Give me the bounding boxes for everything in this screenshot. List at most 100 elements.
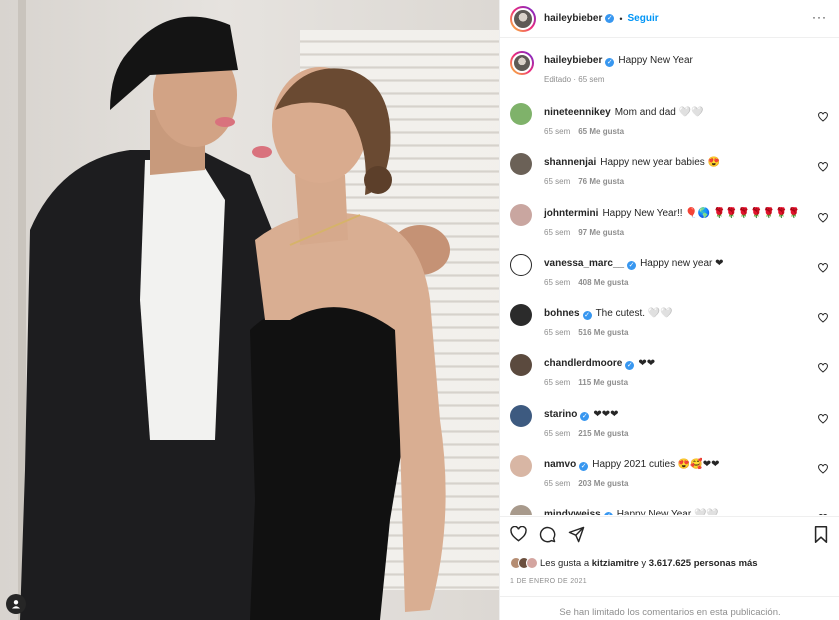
comment-age: 65 sem <box>544 479 571 489</box>
commenter-avatar[interactable] <box>510 153 532 176</box>
likes-count[interactable]: 3.617.625 personas más <box>649 558 758 569</box>
comment-username[interactable]: johntermini <box>544 208 598 219</box>
comment-meta: 65 sem 65 Me gusta <box>544 127 830 136</box>
follow-button[interactable]: Seguir <box>628 13 659 24</box>
likes-summary: Les gusta a kitziamitre y 3.617.625 pers… <box>510 557 830 569</box>
commenter-avatar[interactable] <box>510 203 532 226</box>
comment-text: ❤❤ <box>638 358 656 370</box>
caption-meta: Editado · 65 sem <box>544 75 605 84</box>
comment-row: shannenjai Happy new year babies 😍 65 sem 7… <box>510 151 830 201</box>
heart-icon[interactable] <box>818 212 828 223</box>
author-username[interactable]: haileybieber <box>544 13 602 24</box>
liker-avatars <box>510 557 538 569</box>
comments-list[interactable]: haileybieber ✓ Happy New Year Editado · 65… <box>500 39 839 515</box>
comment-age: 65 sem <box>544 127 571 136</box>
comment-row: mindyweiss✓Happy New Year 🤍🤍 <box>510 503 830 515</box>
comment-age: 65 sem <box>544 227 571 237</box>
comment-likes[interactable]: 65 Me gusta <box>578 127 624 136</box>
comment-row: vanessa_marc__ ✓ Happy new year ❤ 65 sem 408… <box>510 252 830 302</box>
comment-icon[interactable] <box>539 526 556 543</box>
heart-icon[interactable] <box>818 363 828 374</box>
comment-likes[interactable]: 97 Me gusta <box>578 228 624 237</box>
comment-row: chandlerdmoore ✓ ❤❤ 65 sem 115 Me gusta <box>510 352 830 402</box>
comment-username[interactable]: vanessa_marc__ <box>544 258 624 269</box>
comment-meta: 65 sem 115 Me gusta <box>544 378 830 387</box>
heart-icon[interactable] <box>818 313 828 323</box>
comment-meta: 65 sem 215 Me gusta <box>544 429 830 438</box>
heart-icon[interactable] <box>818 162 828 172</box>
comment-meta: 65 sem 408 Me gusta <box>544 278 830 287</box>
comment-text: Happy 2021 cuties 😍🥰❤❤ <box>592 459 720 471</box>
liker-username[interactable]: kitziamitre <box>592 558 639 569</box>
more-options-icon[interactable]: ··· <box>812 11 827 23</box>
comment-meta: 65 sem 97 Me gusta <box>544 228 830 237</box>
heart-icon[interactable] <box>818 112 828 122</box>
caption-avatar[interactable] <box>510 51 534 75</box>
commenter-avatar[interactable] <box>510 404 532 427</box>
commenter-avatar[interactable] <box>510 505 532 515</box>
comment-text: The cutest. 🤍🤍 <box>595 308 673 320</box>
comment-likes[interactable]: 115 Me gusta <box>578 378 628 387</box>
comment-username[interactable]: mindyweiss <box>544 509 601 515</box>
comment-text: ❤❤❤ <box>593 408 619 420</box>
comment-username[interactable]: shannenjai <box>544 157 596 168</box>
commenter-avatar[interactable] <box>510 253 532 276</box>
verified-badge-icon: ✓ <box>605 14 615 23</box>
commenter-avatar[interactable] <box>510 103 532 125</box>
bookmark-icon[interactable] <box>814 525 828 543</box>
heart-icon[interactable] <box>818 514 828 515</box>
commenter-avatar[interactable] <box>510 455 532 478</box>
verified-badge-icon: ✓ <box>582 311 592 321</box>
photo-illustration <box>20 16 450 620</box>
comment-age: 65 sem <box>544 378 571 388</box>
separator-dot: • <box>619 13 623 24</box>
comment-age: 65 sem <box>544 328 571 338</box>
comment-age: 65 sem <box>544 177 571 187</box>
author-avatar[interactable] <box>510 5 536 32</box>
likes-prefix: Les gusta a <box>540 557 590 569</box>
verified-badge-icon: ✓ <box>625 361 635 371</box>
verified-badge-icon: ✓ <box>627 260 637 270</box>
post-side-panel: haileybieber ✓ • Seguir ··· haileybieber… <box>499 0 839 620</box>
comment-likes[interactable]: 516 Me gusta <box>578 328 628 337</box>
comment-username[interactable]: chandlerdmoore <box>544 358 622 369</box>
comment-likes[interactable]: 408 Me gusta <box>578 278 628 287</box>
comment-text: Happy New Year!! 🎈🌎 🌹🌹🌹🌹🌹🌹🌹 <box>602 207 801 219</box>
verified-badge-icon: ✓ <box>580 411 590 421</box>
action-bar: Les gusta a kitziamitre y 3.617.625 pers… <box>500 516 839 620</box>
comment-likes[interactable]: 76 Me gusta <box>578 177 624 186</box>
comment-text: Happy New Year 🤍🤍 <box>616 509 719 515</box>
verified-badge-icon: ✓ <box>603 512 613 515</box>
comment-username[interactable]: nineteennikey <box>544 107 611 118</box>
share-icon[interactable] <box>568 526 585 543</box>
verified-badge-icon: ✓ <box>605 58 615 67</box>
comment-row: bohnes ✓ The cutest. 🤍🤍 65 sem 516 Me gusta <box>510 302 830 352</box>
heart-icon[interactable] <box>510 526 527 542</box>
comment-username[interactable]: bohnes <box>544 308 580 319</box>
comment-text: Happy new year ❤ <box>640 257 724 269</box>
likes-connector: y <box>641 557 647 569</box>
caption-username[interactable]: haileybieber <box>544 55 602 66</box>
caption: haileybieber ✓ Happy New Year Editado · 65… <box>510 39 830 101</box>
user-tag-icon[interactable] <box>6 594 26 614</box>
comment-meta: 65 sem 76 Me gusta <box>544 177 830 186</box>
comment-row: nineteennikey Mom and dad 🤍🤍 65 sem 65 Me g… <box>510 101 830 151</box>
heart-icon[interactable] <box>818 413 828 424</box>
heart-icon[interactable] <box>818 464 828 474</box>
comment-meta: 65 sem 516 Me gusta <box>544 328 830 337</box>
caption-text: Happy New Year <box>618 55 693 66</box>
comments-limited-notice: Se han limitado los comentarios en esta … <box>500 596 839 618</box>
comment-age: 65 sem <box>544 277 571 287</box>
comment-row: johntermini Happy New Year!! 🎈🌎 🌹🌹🌹🌹🌹🌹🌹 65… <box>510 202 830 252</box>
comment-row: namvo ✓ Happy 2021 cuties 😍🥰❤❤ 65 sem 203 Me… <box>510 453 830 503</box>
commenter-avatar[interactable] <box>510 354 532 377</box>
comment-row: starino ✓ ❤❤❤ 65 sem 215 Me gusta <box>510 403 830 453</box>
post-photo[interactable] <box>0 0 499 620</box>
heart-icon[interactable] <box>818 263 828 273</box>
comment-username[interactable]: starino <box>544 409 577 420</box>
comment-text: Happy new year babies 😍 <box>600 157 720 169</box>
comment-likes[interactable]: 203 Me gusta <box>578 479 628 488</box>
comment-likes[interactable]: 215 Me gusta <box>578 429 628 438</box>
commenter-avatar[interactable] <box>510 304 532 327</box>
comment-username[interactable]: namvo <box>544 459 576 470</box>
